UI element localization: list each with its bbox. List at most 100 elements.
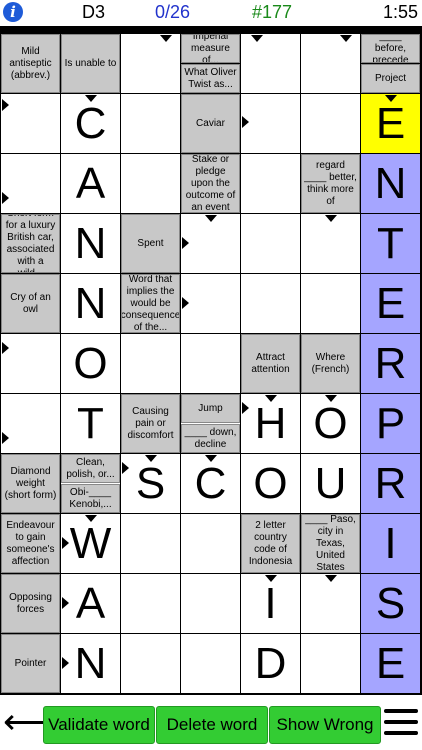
clue-shortform[interactable]: Short form for a luxury British car, ass… (1, 214, 60, 273)
grid-cell[interactable] (1, 154, 60, 213)
grid-cell[interactable] (181, 574, 240, 633)
grid-cell-letter[interactable]: O (241, 454, 300, 513)
clue-regard[interactable]: regard ____ better, think more of (301, 154, 360, 213)
grid-cell-letter[interactable]: R (361, 334, 420, 393)
arrow-right-icon (2, 192, 9, 204)
clue-stake[interactable]: Stake or pledge upon the outcome of an e… (181, 154, 240, 213)
timer: 1:55 (383, 2, 419, 22)
clue-opposing[interactable]: Opposing forces (1, 574, 60, 633)
arrow-down-icon (205, 215, 217, 222)
clue-clean[interactable]: Clean, polish, or... (61, 454, 120, 483)
clue-project[interactable]: Project (361, 64, 420, 93)
clue-jump[interactable]: Jump (181, 394, 240, 423)
grid-cell-letter[interactable]: E (361, 274, 420, 333)
grid-cell-letter[interactable]: S (361, 574, 420, 633)
clue-caviar[interactable]: Caviar (181, 94, 240, 153)
progress-counter: 0/26 (155, 2, 191, 22)
delete-word-button[interactable]: Delete word (156, 706, 268, 744)
grid-cell-letter[interactable]: R (361, 454, 420, 513)
grid-cell[interactable] (241, 274, 300, 333)
grid-cell[interactable] (1, 394, 60, 453)
grid-cell-letter[interactable]: C (181, 454, 240, 513)
grid-cell[interactable] (121, 634, 180, 693)
grid-cell[interactable] (241, 34, 300, 93)
grid-cell-letter[interactable]: C (61, 94, 120, 153)
validate-word-button[interactable]: Validate word (43, 706, 155, 744)
clue-where[interactable]: Where (French) (301, 334, 360, 393)
grid-cell-letter[interactable]: A (61, 574, 120, 633)
clue-implies[interactable]: Word that implies the would be consequen… (121, 274, 180, 333)
grid-cell-letter[interactable]: E (361, 634, 420, 693)
grid-cell[interactable] (181, 214, 240, 273)
clue-before[interactable]: ____ before, precede (361, 34, 420, 63)
grid-cell-letter[interactable]: I (361, 514, 420, 573)
clue-oliver[interactable]: What Oliver Twist as... (181, 64, 240, 93)
grid-cell[interactable] (301, 274, 360, 333)
clue-diamond[interactable]: Diamond weight (short form) (1, 454, 60, 513)
grid-cell-letter[interactable]: N (61, 274, 120, 333)
arrow-down-icon (385, 95, 397, 102)
grid-cell[interactable] (181, 514, 240, 573)
arrow-right-icon (182, 297, 189, 309)
grid-cell-letter[interactable]: O (61, 334, 120, 393)
clue-unable[interactable]: Is unable to (61, 34, 120, 93)
grid-cell[interactable] (121, 334, 180, 393)
clue-pointer[interactable]: Pointer (1, 634, 60, 693)
grid-cell[interactable] (181, 634, 240, 693)
grid-cell[interactable] (301, 214, 360, 273)
grid-cell[interactable] (121, 154, 180, 213)
arrow-down-icon (265, 575, 277, 582)
grid-cell[interactable] (241, 214, 300, 273)
grid-cell-letter[interactable]: P (361, 394, 420, 453)
clue-attract[interactable]: Attract attention (241, 334, 300, 393)
grid-cell[interactable] (241, 94, 300, 153)
grid-cell[interactable] (181, 274, 240, 333)
clue-paso[interactable]: ____ Paso, city in Texas, United States (301, 514, 360, 573)
arrow-right-icon (242, 402, 249, 414)
clue-owl[interactable]: Cry of an owl (1, 274, 60, 333)
grid-cell[interactable] (1, 334, 60, 393)
clue-imperial[interactable]: Imperial measure of... (181, 34, 240, 63)
grid-cell[interactable] (121, 574, 180, 633)
grid-cell[interactable] (301, 634, 360, 693)
clue-down[interactable]: ____ down, decline (181, 424, 240, 453)
grid-cell[interactable] (301, 94, 360, 153)
grid-cell[interactable] (241, 154, 300, 213)
grid-cell-letter[interactable]: U (301, 454, 360, 513)
show-wrong-button[interactable]: Show Wrong (269, 706, 381, 744)
grid-cell-letter[interactable]: H (241, 394, 300, 453)
grid-cell-letter[interactable]: N (361, 154, 420, 213)
grid-cell-letter[interactable]: O (301, 394, 360, 453)
arrow-right-icon (122, 462, 129, 474)
clue-obi[interactable]: Obi-____ Kenobi,... (61, 484, 120, 513)
arrow-down-icon (205, 455, 217, 462)
clue-spent[interactable]: Spent (121, 214, 180, 273)
grid-cell[interactable] (301, 34, 360, 93)
grid-cell-letter[interactable]: W (61, 514, 120, 573)
clue-endeavour[interactable]: Endeavour to gain someone's affection (1, 514, 60, 573)
clue-mild-antiseptic[interactable]: Mild antiseptic (abbrev.) (1, 34, 60, 93)
grid-cell-letter[interactable]: S (121, 454, 180, 513)
clue-indonesia[interactable]: 2 letter country code of Indonesia (241, 514, 300, 573)
grid-cell-letter[interactable]: A (61, 154, 120, 213)
info-icon[interactable]: i (3, 2, 23, 22)
arrow-right-icon (242, 116, 249, 128)
grid-cell[interactable] (1, 94, 60, 153)
grid-cell-letter[interactable]: T (61, 394, 120, 453)
arrow-down-icon (85, 515, 97, 522)
grid-cell[interactable] (181, 334, 240, 393)
arrow-down-icon (325, 215, 337, 222)
grid-cell-letter[interactable]: E (361, 94, 420, 153)
clue-causing[interactable]: Causing pain or discomfort (121, 394, 180, 453)
grid-cell-letter[interactable]: N (61, 214, 120, 273)
menu-icon[interactable] (384, 709, 418, 742)
grid-cell[interactable] (301, 574, 360, 633)
grid-cell[interactable] (121, 514, 180, 573)
grid-cell-letter[interactable]: D (241, 634, 300, 693)
grid-cell[interactable] (121, 94, 180, 153)
grid-cell-letter[interactable]: I (241, 574, 300, 633)
grid-cell[interactable] (121, 34, 180, 93)
grid-cell-letter[interactable]: N (61, 634, 120, 693)
crossword-grid: Mild antiseptic (abbrev.) Is unable to Imp… (0, 33, 422, 695)
grid-cell-letter[interactable]: T (361, 214, 420, 273)
